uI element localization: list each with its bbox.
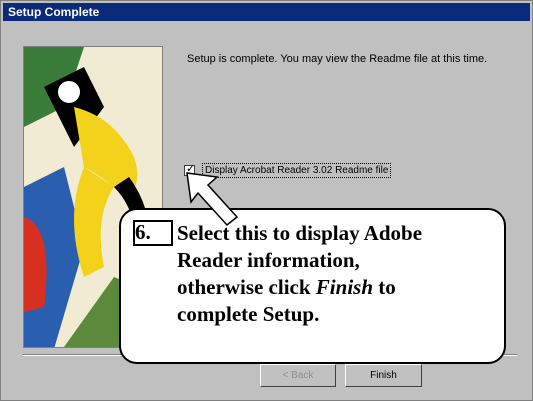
finish-emphasis: Finish [315,275,374,299]
step-number: 6. [135,220,151,244]
check-mark-icon: ✓ [186,162,196,175]
finish-button[interactable]: Finish [345,364,422,387]
callout-line-4: complete Setup. [177,302,320,326]
instruction-callout: 6. Select this to display Adobe Reader i… [119,208,506,364]
setup-message: Setup is complete. You may view the Read… [187,53,488,65]
setup-complete-dialog: Setup Complete Setup is complete. You ma… [0,0,533,401]
callout-line-3: otherwise click Finish to [177,275,396,299]
callout-line-2: Reader information, [177,248,360,272]
back-button[interactable]: < Back [260,364,336,387]
callout-line-1: Select this to display Adobe [177,221,423,245]
callout-text: Select this to display Adobe Reader info… [177,220,502,328]
window-title: Setup Complete [8,5,100,19]
readme-checkbox[interactable]: ✓ [184,162,196,176]
readme-checkbox-label[interactable]: Display Acrobat Reader 3.02 Readme file [202,163,392,178]
title-bar: Setup Complete [3,3,530,21]
